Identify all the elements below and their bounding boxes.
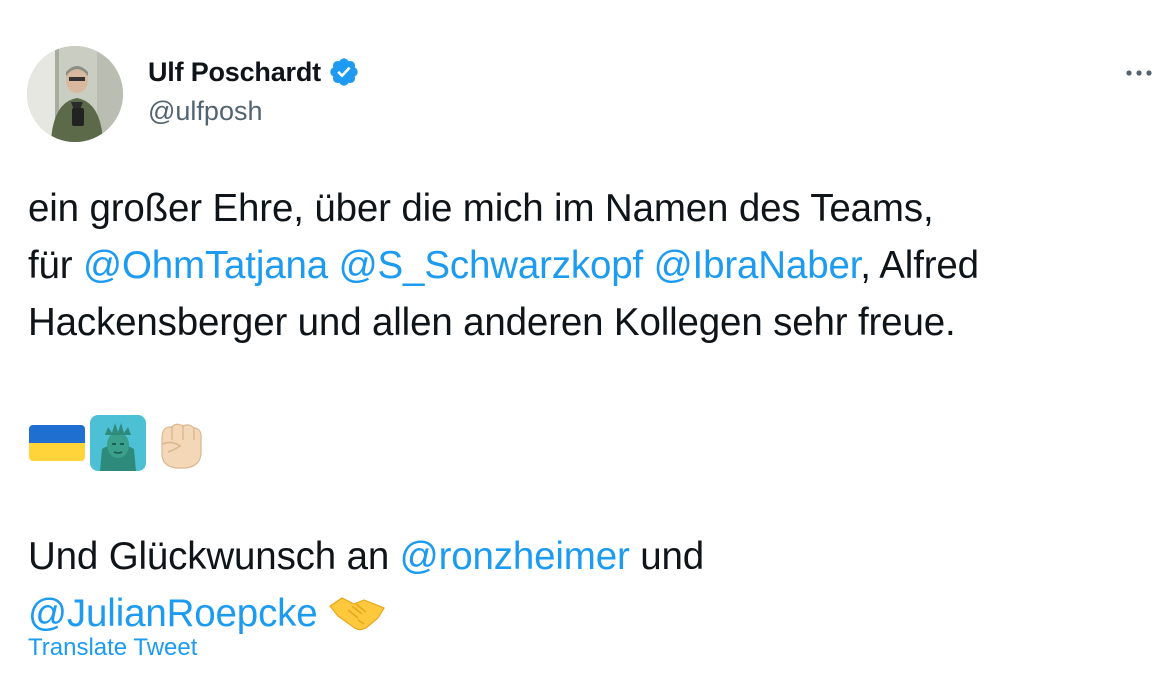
emoji-row [28, 414, 1158, 471]
tweet-body: ein großer Ehre, über die mich im Namen … [28, 180, 1158, 648]
author-handle[interactable]: @ulfposh [148, 96, 262, 127]
mention-link[interactable]: @IbraNaber [654, 244, 861, 287]
tweet-line: Hackensberger und allen anderen Kollegen… [28, 301, 956, 344]
raised-fist-emoji [150, 414, 208, 472]
mention-link[interactable]: @JulianRoepcke [28, 592, 318, 635]
tweet-line: @JulianRoepcke [28, 585, 1158, 648]
tweet-text-fragment: für [28, 244, 84, 287]
translate-tweet-link[interactable]: Translate Tweet [28, 634, 197, 662]
tweet-text-fragment: , Alfred [860, 244, 979, 287]
mention-link[interactable]: @ronzheimer [400, 535, 630, 578]
tweet-text-fragment: Und Glückwunsch an [28, 535, 400, 578]
avatar[interactable] [27, 46, 123, 142]
tweet-text-fragment: und [629, 535, 705, 578]
tweet-line: für @OhmTatjana @S_Schwarzkopf @IbraNabe… [28, 237, 1158, 294]
ukraine-flag-emoji [28, 421, 86, 465]
handshake-emoji [328, 591, 386, 648]
more-options-icon[interactable] [1122, 58, 1156, 88]
verified-badge-icon [328, 56, 360, 88]
statue-of-liberty-emoji [90, 414, 146, 471]
mention-link[interactable]: @OhmTatjana [83, 244, 328, 287]
tweet-line: ein großer Ehre, über die mich im Namen … [28, 187, 934, 230]
author-name[interactable]: Ulf Poschardt [148, 57, 321, 88]
mention-link[interactable]: @S_Schwarzkopf [339, 244, 644, 287]
tweet-line: Und Glückwunsch an @ronzheimer und [28, 528, 1158, 585]
